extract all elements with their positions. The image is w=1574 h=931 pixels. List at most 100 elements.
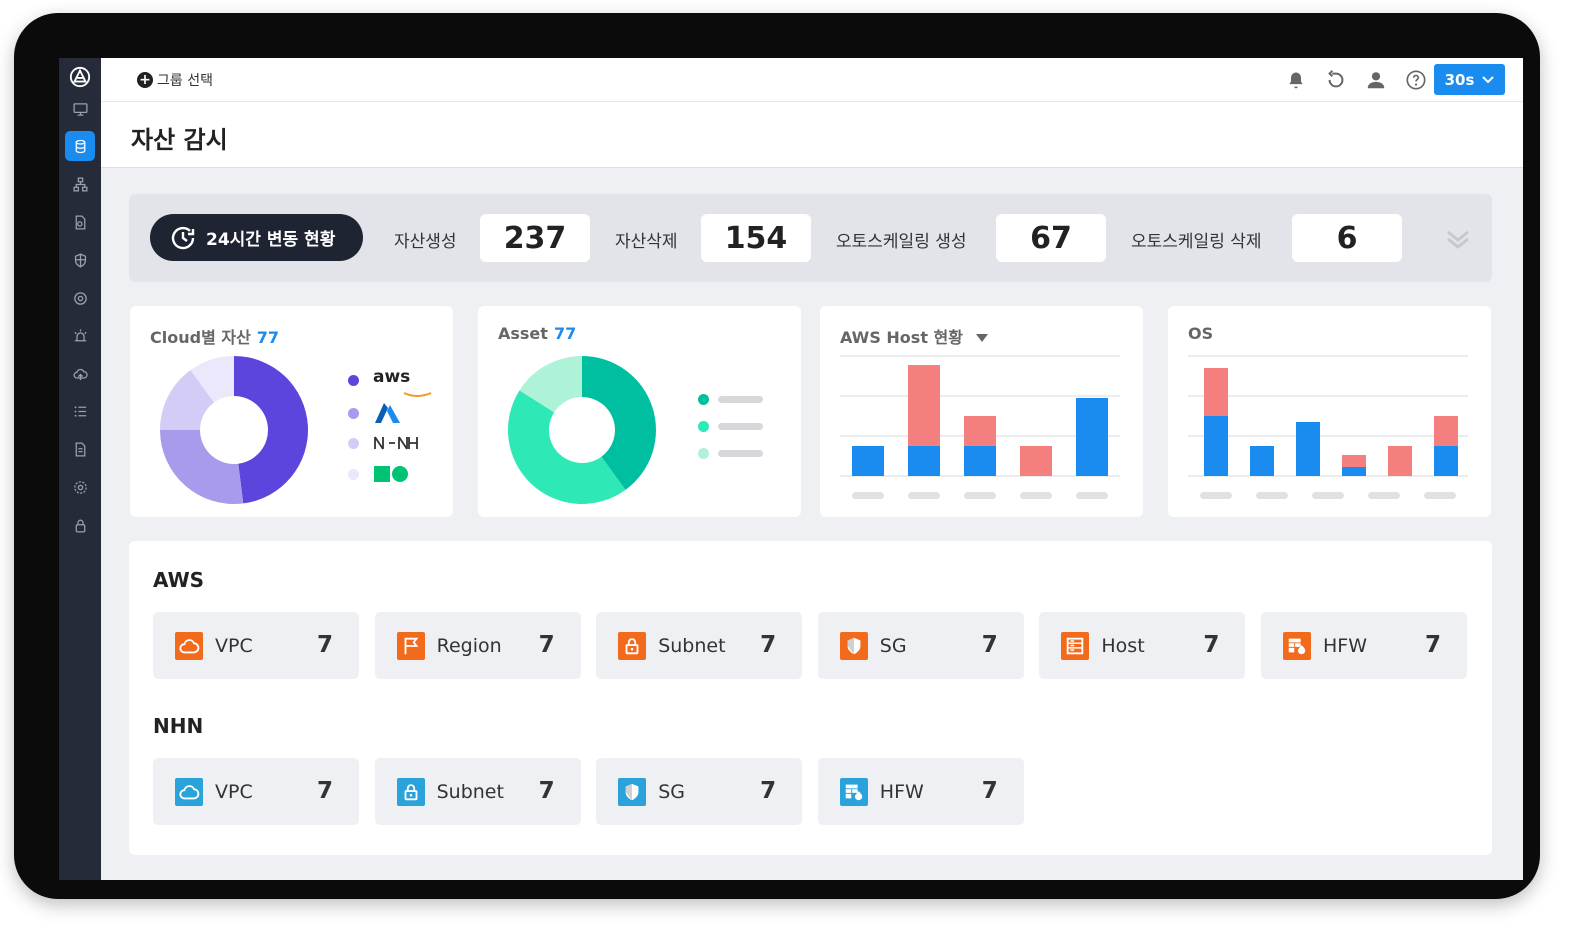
sidebar-item-reports[interactable]	[65, 434, 95, 464]
refresh-interval-select[interactable]: 30s	[1434, 64, 1505, 95]
summary-value-deleted: 154	[701, 214, 811, 262]
aws-logo-text: aws	[373, 367, 411, 387]
bar-segment	[964, 416, 996, 446]
summary-value-autoscale-created: 67	[996, 214, 1106, 262]
bar-segment	[908, 365, 940, 446]
tile-value: 7	[1203, 632, 1220, 658]
legend-placeholder-bar	[718, 450, 763, 457]
list-icon	[74, 405, 86, 417]
sidebar-item-lock[interactable]	[65, 510, 95, 540]
card-cloud-assets: Cloud별 자산 77 aws	[130, 306, 453, 517]
cloud-donut-chart	[160, 356, 309, 504]
cloud-icon	[175, 778, 203, 806]
flag-icon	[396, 632, 425, 660]
donut-slice-1	[160, 430, 244, 504]
aws-smile-icon	[403, 392, 432, 397]
bar-segment	[1388, 446, 1412, 476]
shield-icon	[618, 778, 647, 806]
bar-segment	[1020, 446, 1052, 476]
plus-icon: +	[137, 72, 153, 88]
siren-icon	[73, 328, 87, 341]
nhn-tile-sg[interactable]: SG 7	[596, 758, 803, 825]
monitor-icon	[72, 102, 88, 116]
sidebar-item-list[interactable]	[65, 396, 95, 426]
nhn-tile-hfw[interactable]: HFW 7	[817, 758, 1024, 825]
tile-value: 7	[538, 632, 555, 658]
legend-item-aws: aws	[348, 367, 411, 390]
user-icon[interactable]	[1365, 69, 1387, 91]
tile-name: VPC	[215, 781, 253, 803]
tile-name: Subnet	[436, 781, 504, 803]
sidebar-item-topology[interactable]	[65, 169, 95, 199]
legend-item	[698, 421, 763, 432]
lock-icon	[396, 778, 425, 806]
sidebar-item-security[interactable]	[65, 245, 95, 275]
sidebar-item-settings[interactable]	[65, 472, 95, 502]
legend-item-azure	[348, 402, 401, 424]
bell-icon[interactable]	[1285, 69, 1307, 91]
bar-segment	[1434, 446, 1458, 476]
azure-logo-icon	[375, 403, 400, 423]
legend-dot	[698, 394, 709, 405]
sidebar-item-scan[interactable]	[65, 283, 95, 313]
legend-dot	[698, 421, 709, 432]
refresh-interval-value: 30s	[1444, 70, 1475, 89]
legend-placeholder-bar	[718, 396, 763, 403]
bar-segment	[964, 446, 996, 476]
legend-dot	[348, 374, 359, 386]
summary-label-autoscale-created: 오토스케일링 생성	[836, 232, 967, 252]
tick-label-placeholder	[1424, 492, 1456, 499]
nhn-tile-vpc[interactable]: VPC 7	[153, 758, 359, 825]
refresh-icon[interactable]	[1325, 69, 1347, 91]
provider-resources-panel: AWS VPC 7 Region 7 Subnet 7 SG 7 Host 7 HFW 7 NHN V…	[129, 541, 1492, 855]
cloud-upload-icon	[73, 368, 88, 380]
aws-host-bar-chart	[840, 355, 1120, 499]
report-icon	[75, 441, 85, 457]
tick-label-placeholder	[1256, 492, 1288, 499]
shield-icon	[839, 632, 868, 660]
tick-label-placeholder	[1200, 492, 1232, 499]
tick-label-placeholder	[1368, 492, 1400, 499]
tile-value: 7	[760, 778, 777, 804]
aws-tile-host[interactable]: Host 7	[1039, 612, 1246, 679]
sidebar-item-cloud[interactable]	[65, 359, 95, 389]
double-chevron-down-icon[interactable]	[1444, 224, 1472, 252]
nhn-tile-subnet[interactable]: Subnet 7	[374, 758, 581, 825]
legend-dot	[348, 407, 359, 419]
summary-period-pill[interactable]: 24시간 변동 현황	[150, 214, 363, 261]
tile-value: 7	[316, 632, 333, 658]
group-select-button[interactable]: + 그룹 선택	[137, 70, 213, 90]
legend-dot	[698, 448, 709, 459]
bar-segment	[852, 446, 884, 476]
card-asset: Asset 77	[478, 306, 801, 517]
page-title: 자산 감시	[131, 126, 228, 154]
sidebar-item-assets[interactable]	[65, 131, 95, 161]
aws-tile-region[interactable]: Region 7	[374, 612, 581, 679]
tile-name: VPC	[215, 635, 253, 657]
tick-label-placeholder	[964, 492, 996, 499]
lock-icon	[75, 519, 85, 533]
sidebar-item-alerts[interactable]	[65, 321, 95, 351]
aws-tile-sg[interactable]: SG 7	[817, 612, 1024, 679]
card-aws-host: AWS Host 현황	[820, 306, 1143, 517]
tile-value: 7	[981, 632, 998, 658]
help-icon[interactable]	[1405, 69, 1427, 91]
card-os: OS	[1168, 306, 1491, 517]
bar-segment	[1204, 368, 1228, 416]
legend-item-nhn	[348, 436, 419, 450]
legend-dot	[348, 468, 359, 480]
legend-dot	[348, 437, 359, 449]
chevron-down-icon	[1482, 75, 1495, 83]
aws-tile-hfw[interactable]: HFW 7	[1261, 612, 1467, 679]
app-logo-icon[interactable]	[69, 66, 91, 88]
sidebar-item-documents[interactable]	[65, 207, 95, 237]
firewall-icon	[1283, 632, 1311, 660]
bar-segment	[1434, 416, 1458, 446]
aws-tile-vpc[interactable]: VPC 7	[153, 612, 359, 679]
tile-value: 7	[1424, 632, 1441, 658]
sidebar-item-dashboard[interactable]	[65, 94, 95, 124]
tick-label-placeholder	[852, 492, 884, 499]
database-icon	[75, 139, 85, 153]
legend-placeholder-bar	[718, 423, 763, 430]
aws-tile-subnet[interactable]: Subnet 7	[596, 612, 803, 679]
